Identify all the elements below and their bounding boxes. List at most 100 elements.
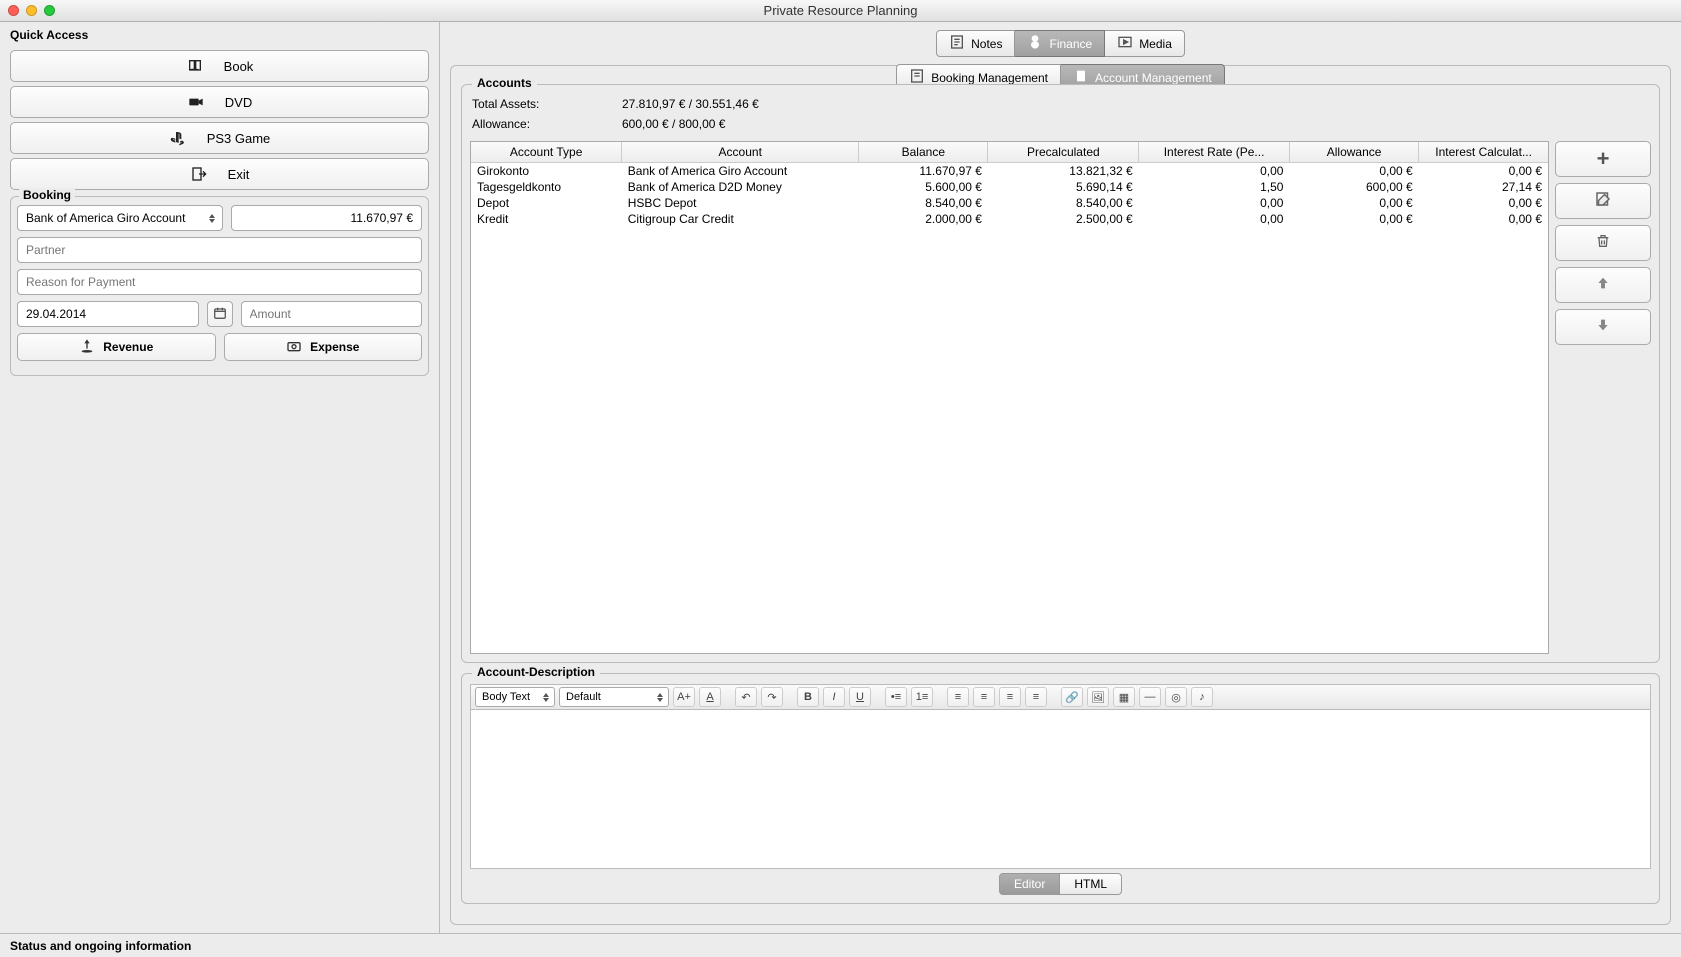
tab-media-label: Media <box>1139 37 1172 51</box>
align-right-icon: ≡ <box>1007 691 1013 703</box>
book-button[interactable]: Book <box>10 50 429 82</box>
content-area: Notes Finance Media <box>440 22 1681 933</box>
redo-button[interactable]: ↷ <box>761 687 783 707</box>
col-precalculated[interactable]: Precalculated <box>988 142 1139 163</box>
partner-field[interactable] <box>17 237 422 263</box>
style-select[interactable]: Body Text <box>475 687 555 707</box>
link-button[interactable]: 🔗 <box>1061 687 1083 707</box>
minimize-window-button[interactable] <box>26 5 37 16</box>
editor-textarea[interactable] <box>470 709 1651 869</box>
date-input[interactable] <box>26 307 190 321</box>
tab-notes[interactable]: Notes <box>936 30 1015 57</box>
undo-icon: ↶ <box>741 691 750 704</box>
tab-finance[interactable]: Finance <box>1015 30 1105 57</box>
font-color-button[interactable]: A <box>699 687 721 707</box>
bold-icon: B <box>804 691 812 703</box>
html-mode-tab[interactable]: HTML <box>1060 873 1122 895</box>
table-row[interactable]: DepotHSBC Depot8.540,00 €8.540,00 €0,000… <box>471 195 1548 211</box>
expense-label: Expense <box>310 340 359 354</box>
zoom-window-button[interactable] <box>44 5 55 16</box>
col-account[interactable]: Account <box>622 142 859 163</box>
exit-label: Exit <box>228 167 250 182</box>
number-list-button[interactable]: 1≡ <box>911 687 933 707</box>
cell-allowance: 0,00 € <box>1289 195 1418 211</box>
align-right-button[interactable]: ≡ <box>999 687 1021 707</box>
revenue-button[interactable]: Revenue <box>17 333 216 361</box>
col-interest-rate[interactable]: Interest Rate (Pe... <box>1139 142 1290 163</box>
cell-interest-rate: 0,00 <box>1139 195 1290 211</box>
tab-media[interactable]: Media <box>1105 30 1185 57</box>
ps3-game-button[interactable]: PS3 Game <box>10 122 429 154</box>
allowance-value: 600,00 € / 800,00 € <box>622 117 725 131</box>
account-select[interactable]: Bank of America Giro Account <box>17 205 223 231</box>
cell-interest-calc: 0,00 € <box>1419 163 1548 180</box>
exit-button[interactable]: Exit <box>10 158 429 190</box>
align-left-button[interactable]: ≡ <box>947 687 969 707</box>
cell-account-type: Tagesgeldkonto <box>471 179 622 195</box>
finance-icon <box>1027 34 1043 53</box>
editor-mode-tab[interactable]: Editor <box>999 873 1060 895</box>
move-up-button[interactable] <box>1555 267 1651 303</box>
calendar-icon <box>213 306 227 323</box>
add-account-button[interactable]: + <box>1555 141 1651 177</box>
table-row[interactable]: TagesgeldkontoBank of America D2D Money5… <box>471 179 1548 195</box>
cell-interest-calc: 27,14 € <box>1419 179 1548 195</box>
playstation-icon <box>169 129 187 147</box>
table-button[interactable]: ▦ <box>1113 687 1135 707</box>
undo-button[interactable]: ↶ <box>735 687 757 707</box>
balance-display-value <box>240 211 414 225</box>
accounts-legend: Accounts <box>472 76 537 90</box>
underline-button[interactable]: U <box>849 687 871 707</box>
book-icon <box>186 57 204 75</box>
booking-legend: Booking <box>19 188 75 202</box>
move-down-button[interactable] <box>1555 309 1651 345</box>
partner-input[interactable] <box>26 243 413 257</box>
date-field[interactable] <box>17 301 199 327</box>
col-account-type[interactable]: Account Type <box>471 142 622 163</box>
source-icon: ◎ <box>1171 691 1181 704</box>
italic-button[interactable]: I <box>823 687 845 707</box>
align-center-button[interactable]: ≡ <box>973 687 995 707</box>
amount-input[interactable] <box>250 307 414 321</box>
cell-interest-rate: 0,00 <box>1139 163 1290 180</box>
align-justify-button[interactable]: ≡ <box>1025 687 1047 707</box>
col-interest-calc[interactable]: Interest Calculat... <box>1419 142 1548 163</box>
ps3-label: PS3 Game <box>207 131 271 146</box>
calendar-button[interactable] <box>207 301 233 327</box>
close-window-button[interactable] <box>8 5 19 16</box>
link-icon: 🔗 <box>1065 691 1079 704</box>
image-button[interactable]: 🖼 <box>1087 687 1109 707</box>
allowance-label: Allowance: <box>472 117 622 131</box>
table-row[interactable]: GirokontoBank of America Giro Account11.… <box>471 163 1548 180</box>
bullet-list-button[interactable]: •≡ <box>885 687 907 707</box>
col-allowance[interactable]: Allowance <box>1289 142 1418 163</box>
increase-font-button[interactable]: A+ <box>673 687 695 707</box>
arrow-up-icon <box>1595 275 1611 296</box>
table-row[interactable]: KreditCitigroup Car Credit2.000,00 €2.50… <box>471 211 1548 227</box>
dropdown-caret-icon <box>540 689 552 705</box>
expense-button[interactable]: Expense <box>224 333 423 361</box>
number-list-icon: 1≡ <box>916 691 929 703</box>
edit-account-button[interactable] <box>1555 183 1651 219</box>
edit-icon <box>1594 190 1612 213</box>
delete-account-button[interactable] <box>1555 225 1651 261</box>
accounts-table[interactable]: Account Type Account Balance Precalculat… <box>470 141 1549 654</box>
bold-button[interactable]: B <box>797 687 819 707</box>
booking-box: Booking Bank of America Giro Account <box>10 196 429 376</box>
media-button[interactable]: ♪ <box>1191 687 1213 707</box>
col-balance[interactable]: Balance <box>859 142 988 163</box>
cell-account: HSBC Depot <box>622 195 859 211</box>
cell-precalculated: 13.821,32 € <box>988 163 1139 180</box>
revenue-icon <box>79 338 95 357</box>
align-justify-icon: ≡ <box>1033 691 1039 703</box>
reason-field[interactable] <box>17 269 422 295</box>
tab-booking-mgmt-label: Booking Management <box>931 71 1048 85</box>
font-select[interactable]: Default <box>559 687 669 707</box>
reason-input[interactable] <box>26 275 413 289</box>
dvd-button[interactable]: DVD <box>10 86 429 118</box>
cell-account-type: Girokonto <box>471 163 622 180</box>
hr-button[interactable]: — <box>1139 687 1161 707</box>
description-legend: Account-Description <box>472 665 600 679</box>
amount-field[interactable] <box>241 301 423 327</box>
source-button[interactable]: ◎ <box>1165 687 1187 707</box>
